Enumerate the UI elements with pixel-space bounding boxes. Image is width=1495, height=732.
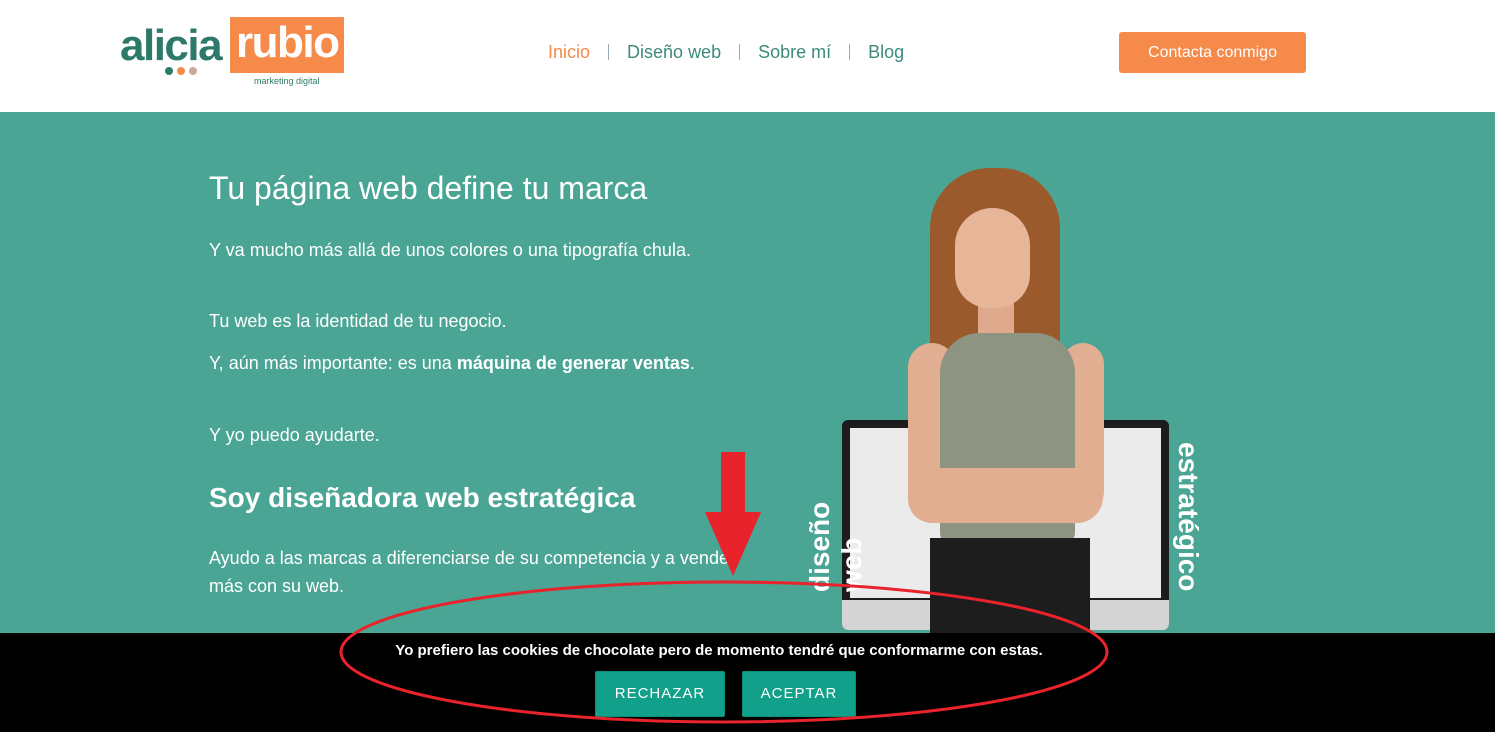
logo-rubio-text: rubio: [236, 18, 340, 67]
hero-paragraph-text: .: [689, 353, 695, 373]
nav-item-diseno-web[interactable]: Diseño web: [627, 40, 721, 64]
red-ellipse-highlight-icon: [339, 580, 1109, 724]
hero-paragraph: Y yo puedo ayudarte.: [209, 425, 380, 445]
logo-dot-icon: [189, 67, 197, 75]
logo-alicia-text: alicia: [120, 21, 223, 70]
image-label-estrategico: estratégico: [1173, 442, 1204, 592]
site-header: alicia rubio marketing digital Inicio Di…: [0, 0, 1495, 112]
portrait-crossed-arms: [908, 468, 1103, 523]
hero-paragraph-bold: máquina de generar ventas: [456, 353, 690, 373]
portrait-photo: [890, 168, 1120, 638]
nav-divider: [849, 44, 851, 60]
hero-paragraph-text: Y, aún más importante: es una: [209, 353, 457, 373]
nav-divider: [739, 44, 741, 60]
site-logo[interactable]: alicia rubio marketing digital: [120, 16, 350, 92]
hero-subtitle: Soy diseñadora web estratégica: [209, 482, 636, 513]
nav-item-blog[interactable]: Blog: [868, 40, 904, 64]
hero-title: Tu página web define tu marca: [209, 170, 648, 206]
image-label-diseno-web: diseño web: [804, 501, 867, 592]
logo-tagline: marketing digital: [254, 76, 320, 86]
logo-dot-icon: [165, 67, 173, 75]
nav-divider: [608, 44, 610, 60]
logo-dot-icon: [177, 67, 185, 75]
nav-item-inicio[interactable]: Inicio: [548, 40, 590, 64]
main-nav: Inicio Diseño web Sobre mí Blog: [548, 40, 904, 64]
hero-paragraph: Y, aún más importante: es una máquina de…: [209, 349, 729, 377]
red-down-arrow-icon: [705, 452, 761, 576]
hero-paragraph: Tu web es la identidad de tu negocio.: [209, 311, 507, 331]
contact-button[interactable]: Contacta conmigo: [1119, 32, 1306, 73]
nav-item-sobre-mi[interactable]: Sobre mí: [758, 40, 831, 64]
hero-paragraph: Y va mucho más allá de unos colores o un…: [209, 240, 691, 260]
portrait-face: [955, 208, 1030, 308]
logo-rubio-box: rubio: [230, 17, 344, 73]
